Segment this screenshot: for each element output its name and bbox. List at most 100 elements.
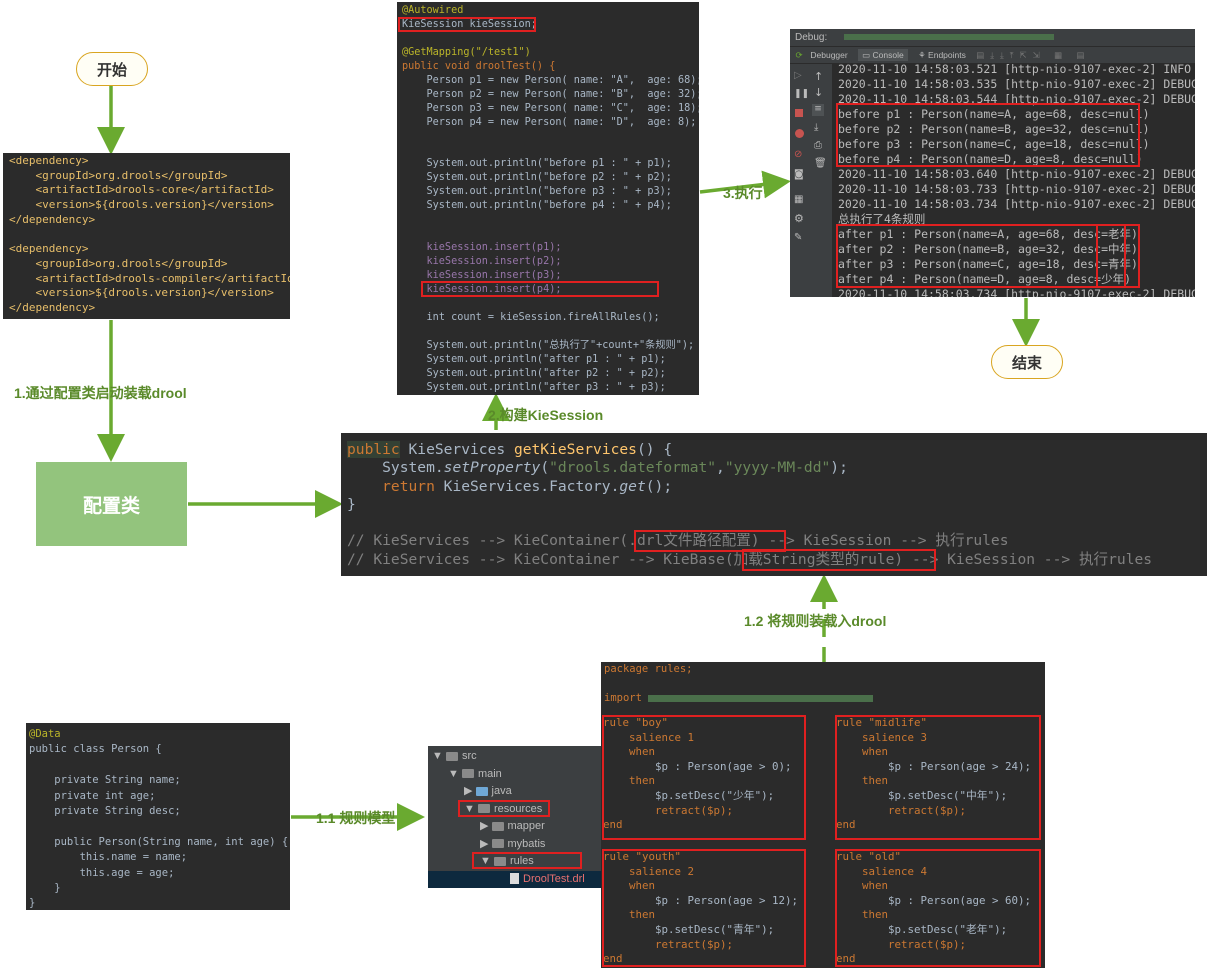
person-code-line: private String name; [29, 774, 181, 787]
debug-tab-bar: ⟳ Debugger ▭ Console ⚘ Endpoints ▤⤓⤓⤒⇱⇲ … [790, 46, 1195, 63]
drl-code-block: package rules; import rule "boy" salienc… [601, 662, 1045, 968]
highlight-rule-midlife [835, 715, 1041, 840]
person-instantiation: Person p4 = new Person( name: "D", age: … [402, 116, 697, 128]
tree-item-drl-file[interactable]: DroolTest.drl [428, 870, 604, 888]
mute-icon[interactable]: ⊘ [794, 149, 802, 160]
pause-icon[interactable]: ❚❚ [794, 89, 809, 99]
chevron-right-icon: ▶ [480, 837, 492, 850]
wrap-icon[interactable]: ≡ [812, 104, 824, 116]
up-icon[interactable]: ↑ [814, 70, 823, 83]
person-code-line: } [29, 882, 61, 895]
folder-icon [475, 786, 488, 796]
settings-icon[interactable]: ⚙ [794, 212, 804, 225]
highlight-rule-old [835, 849, 1041, 967]
folder-icon [491, 821, 504, 831]
highlight-resources [458, 800, 550, 817]
person-code-line: @Data [29, 728, 61, 740]
tab-console[interactable]: ▭ Console [858, 49, 908, 61]
person-code-line: this.name = name; [29, 851, 188, 864]
toolbar-icons: ▤⤓⤓⤒⇱⇲ ▦ ▤ [976, 50, 1091, 60]
config-code-block: public KieServices getKieServices() { Sy… [341, 433, 1207, 576]
println-before: System.out.println("before p4 : " + p4); [402, 200, 672, 212]
pom-code-block: <dependency> <groupId>org.drools</groupI… [3, 153, 290, 319]
pom-line: <dependency> [9, 154, 89, 167]
drl-package: package rules; [604, 663, 693, 675]
print-icon[interactable]: ⎙ [814, 140, 822, 151]
console-line: 2020-11-10 14:58:03.734 [http-nio-9107-e… [838, 197, 1195, 211]
debug-title: Debug: [795, 32, 828, 43]
controller-code-block: @Autowired KieSession kieSession; @GetMa… [397, 2, 699, 395]
public-keyword: public [347, 441, 400, 458]
println-before: System.out.println("before p2 : " + p2); [402, 172, 672, 184]
import-blur [648, 694, 874, 702]
console-line: 2020-11-10 14:58:03.535 [http-nio-9107-e… [838, 77, 1195, 91]
tab-endpoints[interactable]: ⚘ Endpoints [918, 50, 966, 60]
highlight-before [836, 103, 1140, 167]
person-instantiation: Person p2 = new Person( name: "B", age: … [402, 88, 699, 100]
autowired-annotation: @Autowired [402, 5, 464, 16]
start-node: 开始 [76, 52, 148, 86]
person-instantiation: Person p3 = new Person( name: "C", age: … [402, 102, 699, 114]
person-code-line: } [29, 897, 36, 910]
getmapping-annotation: @GetMapping("/test1") [402, 46, 531, 58]
pom-line: <groupId>org.drools</groupId> [9, 168, 228, 182]
layout-icon[interactable]: ▦ [794, 194, 803, 205]
chevron-down-icon: ▼ [432, 750, 446, 762]
resume-icon[interactable]: ▷ [794, 70, 802, 81]
tab-debugger[interactable]: Debugger [810, 50, 847, 60]
pom-line: <artifactId>drools-core</artifactId> [9, 183, 274, 197]
println-before: System.out.println("before p3 : " + p3); [402, 186, 672, 198]
drl-import: import [604, 692, 642, 704]
folder-icon [491, 839, 504, 849]
highlight-string-rule [742, 549, 936, 571]
pom-line: <version>${drools.version}</version> [9, 286, 274, 300]
config-class-label: 配置类 [82, 495, 140, 517]
highlight-rule-boy [602, 715, 806, 840]
debug-left-toolbar: ▷ ❚❚ ⊘ ◙ ▦ ⚙ ✎ ↑ ↓ ≡ ⤓ ⎙ 🗑 [790, 64, 832, 297]
tree-item-mybatis[interactable]: ▶ mybatis [428, 836, 604, 854]
scroll-end-icon[interactable]: ⤓ [814, 122, 818, 133]
step3-label: 3.执行 [723, 185, 763, 201]
println-after: System.out.println("after p2 : " + p2); [402, 367, 666, 379]
step1-label: 1.通过配置类启动装载drool [14, 385, 187, 401]
println-after: System.out.println("after p3 : " + p3); [402, 381, 666, 393]
rerun-icon[interactable]: ⟳ [790, 47, 808, 63]
highlight-fire-rules [421, 281, 659, 297]
pom-line: </dependency> [9, 212, 96, 226]
clear-icon[interactable]: 🗑 [814, 158, 827, 169]
tree-item-java[interactable]: ▶ java [428, 783, 604, 801]
chevron-right-icon: ▶ [464, 785, 476, 797]
kiesession-insert: kieSession.insert(p3); [402, 270, 562, 282]
camera-icon[interactable]: ◙ [794, 169, 804, 180]
start-label: 开始 [96, 61, 127, 79]
println-after: System.out.println("总执行了"+count+"条规则"); [402, 339, 695, 351]
person-code-line: this.age = age; [29, 866, 175, 879]
debug-title-blur [844, 34, 1055, 41]
tree-item-mapper[interactable]: ▶ mapper [428, 818, 604, 836]
tree-item-src[interactable]: ▼ src [428, 748, 604, 766]
person-code-line: private String desc; [29, 805, 181, 818]
stop-icon[interactable] [795, 109, 803, 117]
pom-line: <dependency> [9, 242, 89, 256]
drl-file-icon [510, 873, 519, 885]
debug-console: Debug: ⟳ Debugger ▭ Console ⚘ Endpoints … [790, 29, 1195, 297]
project-tree: ▼ src ▼ main ▶ java ▼ resources ▶ mapper… [428, 746, 604, 888]
chevron-down-icon: ▼ [448, 767, 462, 780]
step12-label: 1.2 将规则装载入drool [744, 613, 887, 629]
console-line: 2020-11-10 14:58:03.521 [http-nio-9107-e… [838, 62, 1195, 76]
kiesession-insert: kieSession.insert(p1); [402, 242, 562, 254]
folder-icon [445, 751, 458, 761]
end-node: 结束 [991, 345, 1063, 379]
highlight-rule-youth [602, 849, 806, 967]
console-icon: ▭ [862, 50, 873, 60]
kiesession-insert: kieSession.insert(p2); [402, 256, 562, 268]
pin-icon[interactable]: ✎ [794, 232, 802, 243]
pom-line: <artifactId>drools-compiler</artifactId> [9, 271, 290, 285]
highlight-after [836, 224, 1140, 288]
println-before: System.out.println("before p1 : " + p1); [402, 158, 672, 170]
println-after: System.out.println("after p1 : " + p1); [402, 353, 666, 365]
breakpoints-icon[interactable] [795, 129, 804, 138]
tree-item-main[interactable]: ▼ main [428, 766, 604, 784]
get-kieservices-method: getKieServices [513, 441, 637, 458]
down-icon[interactable]: ↓ [814, 86, 823, 99]
